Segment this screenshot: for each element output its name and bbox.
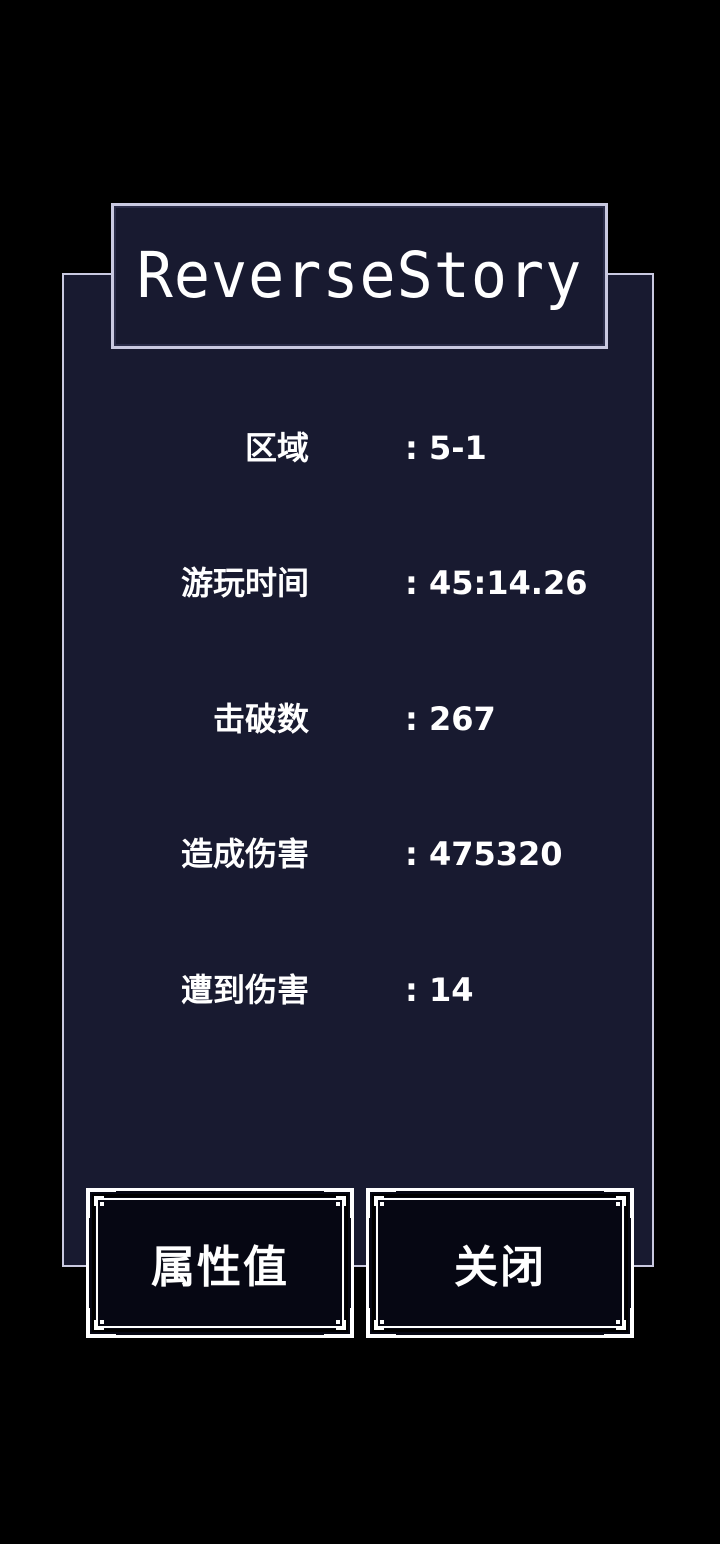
ornament-corner-icon xyxy=(366,1188,396,1218)
stat-row-play-time: 游玩时间 : 45:14.26 xyxy=(62,553,654,613)
close-button-label: 关闭 xyxy=(454,1242,546,1293)
ornament-corner-icon xyxy=(324,1308,354,1338)
stat-value-play-time: : 45:14.26 xyxy=(405,564,588,602)
stat-row-damage-taken: 遭到伤害 : 14 xyxy=(62,960,654,1020)
game-title: ReverseStory xyxy=(136,239,583,313)
stat-value-damage-taken: : 14 xyxy=(405,971,474,1009)
stat-value-area: : 5-1 xyxy=(405,429,487,467)
stat-value-damage-dealt: : 475320 xyxy=(405,835,563,873)
stat-label-area: 区域 xyxy=(244,429,309,467)
ornament-corner-icon xyxy=(604,1308,634,1338)
ornament-corner-icon xyxy=(86,1188,116,1218)
close-button[interactable]: 关闭 xyxy=(366,1188,634,1338)
stat-row-area: 区域 : 5-1 xyxy=(62,418,654,478)
title-banner: ReverseStory xyxy=(111,203,608,349)
ornament-corner-icon xyxy=(604,1188,634,1218)
attributes-button-label: 属性值 xyxy=(151,1242,289,1293)
ornament-corner-icon xyxy=(366,1308,396,1338)
stat-row-damage-dealt: 造成伤害 : 475320 xyxy=(62,824,654,884)
stat-label-damage-taken: 遭到伤害 xyxy=(180,971,309,1009)
stat-label-damage-dealt: 造成伤害 xyxy=(180,835,309,873)
ornament-corner-icon xyxy=(86,1308,116,1338)
stat-label-kills: 击破数 xyxy=(212,700,309,738)
stat-value-kills: : 267 xyxy=(405,700,496,738)
stat-label-play-time: 游玩时间 xyxy=(180,564,309,602)
stat-row-kills: 击破数 : 267 xyxy=(62,689,654,749)
attributes-button[interactable]: 属性值 xyxy=(86,1188,354,1338)
ornament-corner-icon xyxy=(324,1188,354,1218)
